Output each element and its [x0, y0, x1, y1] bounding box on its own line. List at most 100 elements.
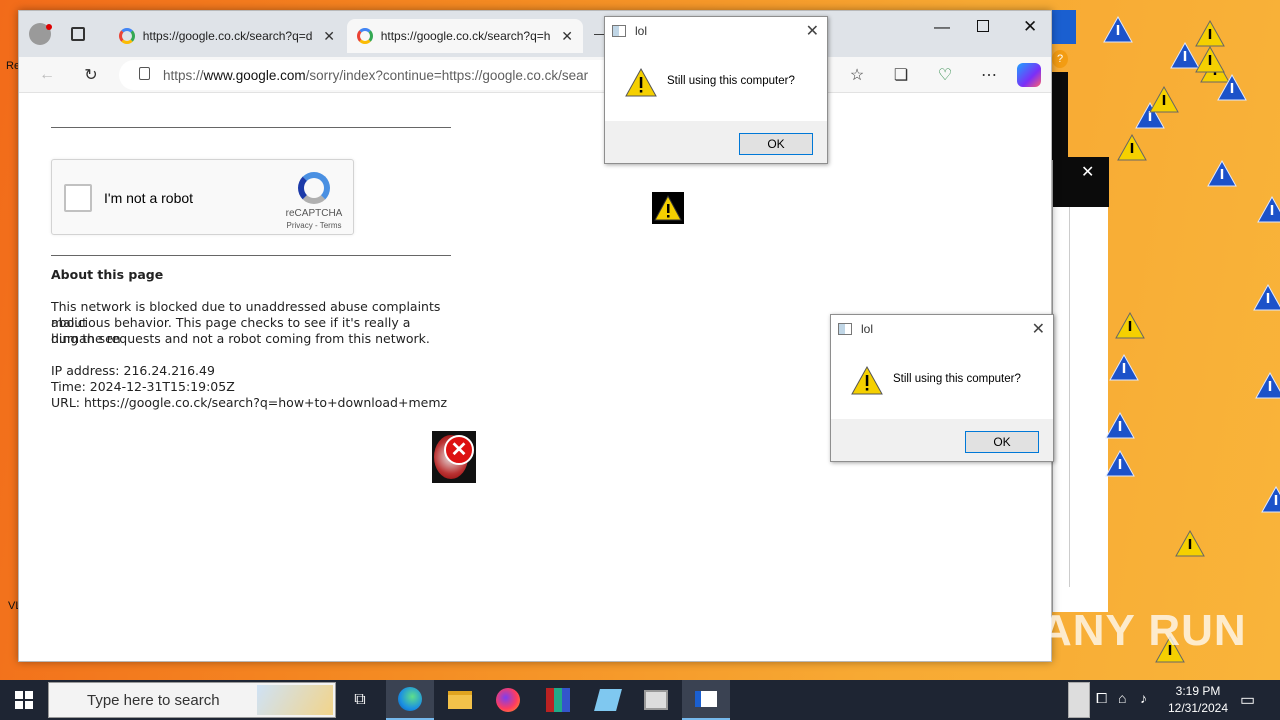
taskbar-firefox[interactable] [484, 680, 532, 720]
warning-mark [1230, 83, 1234, 93]
message-dialog: lol ✕ Still using this computer? OK [604, 16, 828, 164]
ok-button[interactable]: OK [965, 431, 1039, 453]
help-icon: ? [1052, 50, 1068, 68]
start-button[interactable] [0, 680, 48, 720]
error-icon: ✕ [432, 431, 476, 483]
edge-icon [398, 687, 422, 711]
time-stamp: Time: 2024-12-31T15:19:05Z [51, 379, 235, 394]
maximize-icon[interactable] [977, 20, 989, 32]
close-icon[interactable]: ✕ [1081, 162, 1094, 182]
captcha-checkbox[interactable] [64, 184, 92, 212]
close-window-icon[interactable]: ✕ [1023, 17, 1037, 37]
task-view-icon: ⧉ [354, 691, 366, 708]
warning-mark [1118, 421, 1122, 431]
taskbar-search[interactable]: Type here to search [48, 682, 336, 718]
search-placeholder: Type here to search [87, 691, 220, 709]
app-icon [838, 323, 852, 335]
notifications-icon[interactable]: ▭ [1240, 690, 1255, 710]
warning-mark [1118, 459, 1122, 469]
volume-icon[interactable]: ♪ [1140, 690, 1147, 706]
windows-icon [15, 691, 33, 709]
tab-1[interactable]: https://google.co.ck/search?q=d ✕ [109, 19, 345, 53]
notification-dot [46, 24, 52, 30]
warning-mark [1208, 29, 1212, 39]
tray-icon[interactable]: ⧠ [1096, 690, 1107, 707]
taskbar-winrar[interactable] [534, 680, 582, 720]
clock-date: 12/31/2024 [1167, 701, 1229, 715]
favorites-icon[interactable]: ☆ [845, 63, 869, 87]
dialog-message: Still using this computer? [893, 373, 1021, 385]
clock-time: 3:19 PM [1175, 684, 1221, 698]
ok-button[interactable]: OK [739, 133, 813, 155]
taskbar-app[interactable] [632, 680, 680, 720]
watermark: ANY RUN [1040, 606, 1247, 655]
google-icon [119, 28, 135, 44]
more-menu-icon[interactable]: ⋯ [977, 63, 1001, 87]
close-tab-icon[interactable]: ✕ [561, 28, 573, 45]
warning-icon [625, 67, 657, 97]
tray-overflow[interactable] [1068, 682, 1090, 718]
warning-mark [1268, 381, 1272, 391]
task-view-button[interactable]: ⧉ [336, 680, 384, 720]
minimize-icon[interactable]: — [934, 19, 950, 37]
window-app-icon [644, 690, 668, 710]
tab-title: https://google.co.ck/search?q=d [142, 29, 313, 43]
collections-icon[interactable]: ❏ [889, 63, 913, 87]
warning-icon [1261, 485, 1280, 513]
url-path: /sorry/index?continue=https://google.co.… [305, 67, 589, 83]
dialog-body: Still using this computer? [831, 343, 1053, 419]
google-icon [357, 28, 373, 44]
warning-mark [1128, 321, 1132, 331]
recaptcha-links[interactable]: Privacy - Terms [274, 221, 354, 230]
folder-icon [448, 691, 472, 709]
dialog-titlebar: lol ✕ [831, 315, 1053, 343]
dialog-titlebar: lol ✕ [605, 17, 827, 45]
tab-title: https://google.co.ck/search?q=h [380, 29, 551, 43]
warning-mark [1188, 539, 1192, 549]
winrar-icon [546, 688, 570, 712]
network-icon[interactable]: ⌂ [1118, 690, 1126, 706]
search-highlight-image [257, 685, 333, 715]
close-icon[interactable]: ✕ [1032, 319, 1045, 339]
recaptcha-logo-icon [298, 172, 330, 204]
taskbar-notepad[interactable] [584, 680, 632, 720]
recaptcha-widget: I'm not a robot reCAPTCHA Privacy - Term… [51, 159, 354, 235]
dialog-body: Still using this computer? [605, 45, 827, 121]
firefox-icon [496, 688, 520, 712]
dialog-footer: OK [605, 121, 827, 163]
browser-essentials-icon[interactable]: ♡ [933, 63, 957, 87]
close-icon[interactable]: ✕ [806, 21, 819, 41]
tab-2[interactable]: https://google.co.ck/search?q=h ✕ [347, 19, 583, 53]
recaptcha-brand: reCAPTCHA [285, 208, 343, 219]
warning-mark [1162, 95, 1166, 105]
taskbar-edge[interactable] [386, 680, 434, 720]
lock-icon [139, 67, 150, 80]
warning-mark [1116, 25, 1120, 35]
divider [51, 255, 451, 256]
paragraph-line: ding the requests and not a robot coming… [51, 331, 430, 346]
dialog-title: lol [861, 322, 874, 336]
desktop-warning-icons [1103, 15, 1280, 663]
warning-mark [1220, 169, 1224, 179]
taskbar: Type here to search ⧉ ⧠ ⌂ ♪ 3:19 PM 12/3… [0, 680, 1280, 720]
dialog-footer: OK [831, 419, 1053, 461]
url-text: URL: https://google.co.ck/search?q=how+t… [51, 395, 448, 410]
tab-actions-icon[interactable] [71, 27, 85, 41]
message-dialog: lol ✕ Still using this computer? OK [830, 314, 1054, 462]
copilot-icon[interactable] [1017, 63, 1041, 87]
warning-icon [851, 365, 883, 395]
clock[interactable]: 3:19 PM 12/31/2024 [1160, 683, 1236, 717]
divider [51, 127, 451, 128]
warning-icon [652, 192, 684, 224]
background-window-edge [1052, 10, 1076, 44]
warning-mark [1274, 495, 1278, 505]
warning-mark [1183, 51, 1187, 61]
back-icon[interactable]: ← [35, 63, 59, 87]
warning-mark [1266, 293, 1270, 303]
close-tab-icon[interactable]: ✕ [323, 28, 335, 45]
taskbar-messagebox[interactable] [682, 680, 730, 720]
taskbar-file-explorer[interactable] [436, 680, 484, 720]
ip-address: IP address: 216.24.216.49 [51, 363, 215, 378]
tab-strip: https://google.co.ck/search?q=d ✕ https:… [19, 11, 1051, 57]
refresh-icon[interactable]: ↻ [79, 63, 103, 87]
